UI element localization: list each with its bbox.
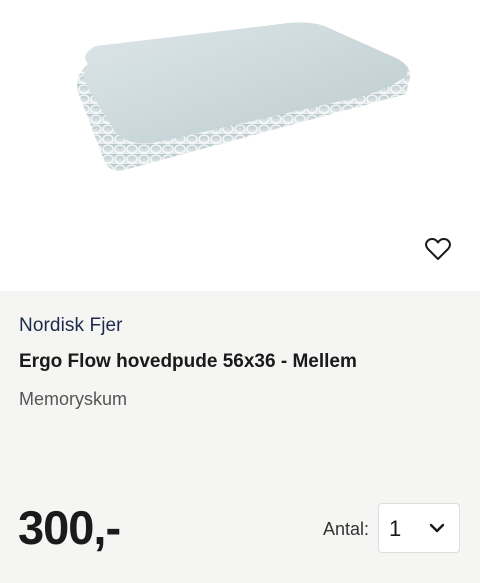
product-price: 300,-	[18, 501, 121, 554]
wishlist-button[interactable]	[423, 234, 453, 264]
heart-outline-icon	[425, 237, 451, 260]
brand-name[interactable]: Nordisk Fjer	[19, 315, 123, 337]
product-title[interactable]: Ergo Flow hovedpude 56x36 - Mellem	[19, 351, 357, 373]
quantity-label: Antal:	[323, 519, 370, 539]
product-info: Nordisk Fjer Ergo Flow hovedpude 56x36 -…	[18, 291, 461, 583]
quantity-value: 1	[389, 516, 402, 541]
quantity-select[interactable]: 1	[378, 503, 460, 553]
product-image-area	[0, 0, 480, 291]
product-image	[77, 22, 411, 171]
chevron-down-icon	[429, 523, 445, 533]
product-subtitle: Memoryskum	[19, 389, 128, 409]
